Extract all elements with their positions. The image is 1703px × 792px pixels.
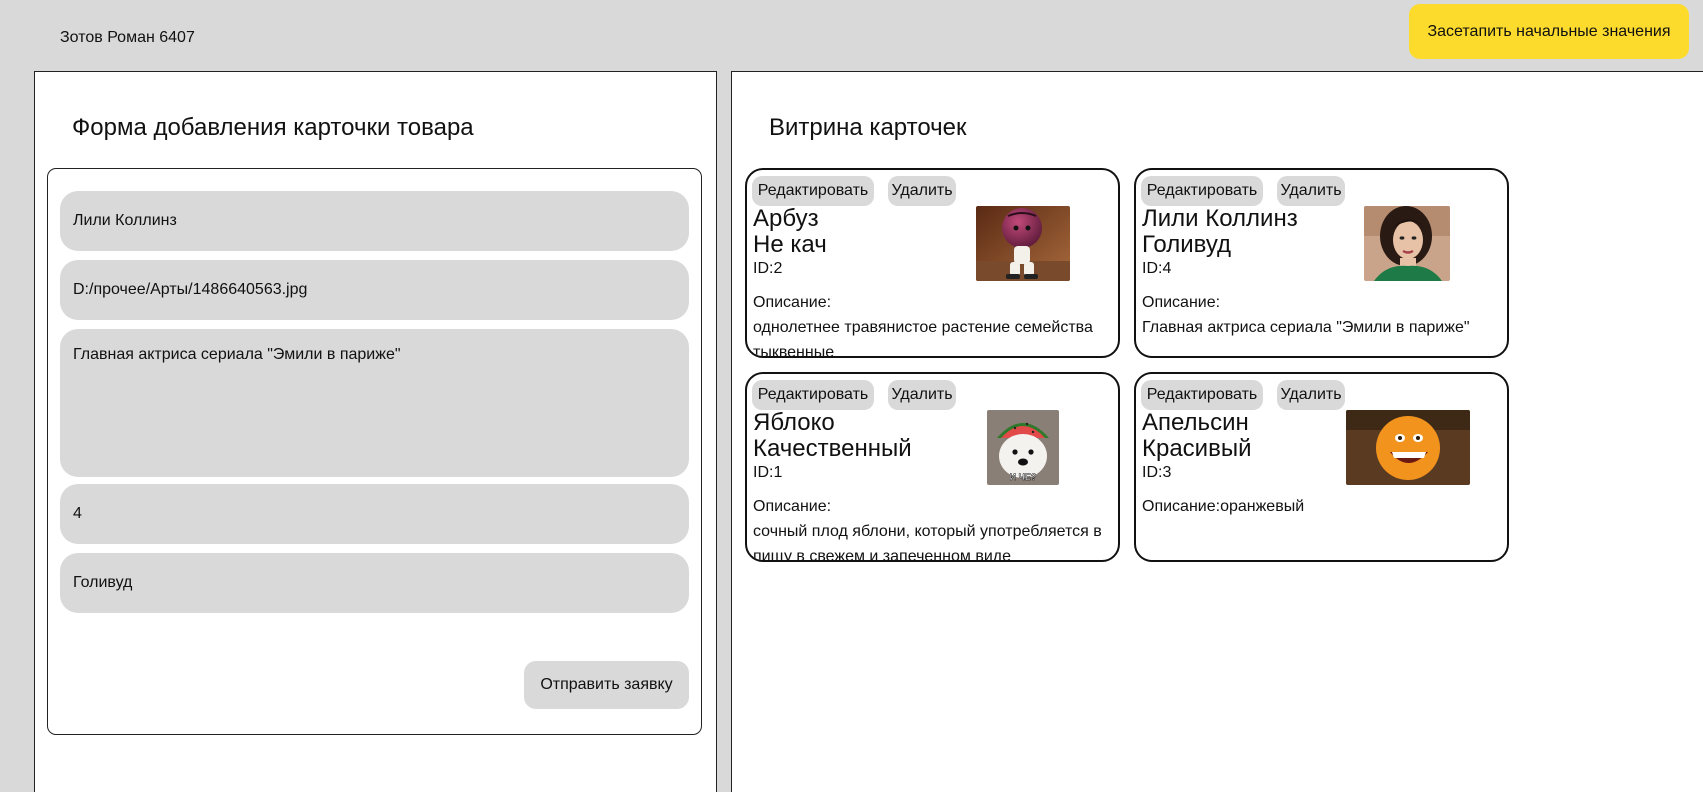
description-textarea[interactable]: Главная актриса сериала "Эмили в париже": [60, 329, 689, 477]
card-title: Лили Коллинз Голивуд: [1142, 206, 1372, 258]
edit-button[interactable]: Редактировать: [752, 176, 874, 206]
meme-caption: И ЧЕ?: [1010, 472, 1037, 482]
dog-with-watermelon-helmet-meme-image: И ЧЕ?: [987, 410, 1059, 485]
card-title-line1: Апельсин: [1142, 409, 1249, 436]
card-id: ID:3: [1142, 464, 1172, 481]
product-card: Редактировать Удалить Апельсин Красивый …: [1134, 372, 1509, 562]
card-title-line2: Качественный: [753, 435, 912, 462]
product-card: Редактировать Удалить Арбуз Не кач ID:2 …: [745, 168, 1120, 358]
subtitle-input[interactable]: Голивуд: [60, 553, 689, 613]
name-input[interactable]: Лили Коллинз: [60, 191, 689, 251]
delete-button[interactable]: Удалить: [888, 176, 956, 206]
card-id: ID:2: [753, 260, 783, 277]
card-title-line2: Красивый: [1142, 435, 1252, 462]
edit-button[interactable]: Редактировать: [1141, 176, 1263, 206]
product-card: Редактировать Удалить Лили Коллинз Голив…: [1134, 168, 1509, 358]
edit-button[interactable]: Редактировать: [752, 380, 874, 410]
edit-button[interactable]: Редактировать: [1141, 380, 1263, 410]
card-title-line1: Яблоко: [753, 409, 835, 436]
card-title: Арбуз Не кач: [753, 206, 983, 258]
reset-defaults-button[interactable]: Засетапить начальные значения: [1409, 4, 1689, 59]
card-title-line1: Арбуз: [753, 205, 819, 232]
watermelon-character-image: [976, 206, 1070, 281]
card-id: ID:1: [753, 464, 783, 481]
actress-portrait-image: [1364, 206, 1450, 281]
card-title: Яблоко Качественный: [753, 410, 983, 462]
annoying-orange-image: [1346, 410, 1470, 485]
card-title-line1: Лили Коллинз: [1142, 205, 1298, 232]
card-description: Описание:оранжевый: [1142, 498, 1305, 515]
card-description: Описание: Главная актриса сериала "Эмили…: [1142, 294, 1470, 336]
image-path-input[interactable]: D:/прочее/Арты/1486640563.jpg: [60, 260, 689, 320]
card-title-line2: Не кач: [753, 231, 827, 258]
showcase-panel: Витрина карточек Редактировать Удалить А…: [731, 71, 1703, 792]
product-card: Редактировать Удалить Яблоко Качественны…: [745, 372, 1120, 562]
card-description: Описание: однолетнее травянистое растени…: [753, 294, 1093, 358]
id-input[interactable]: 4: [60, 484, 689, 544]
add-card-form-panel: Форма добавления карточки товара Лили Ко…: [34, 71, 717, 792]
card-id: ID:4: [1142, 260, 1172, 277]
delete-button[interactable]: Удалить: [1277, 380, 1345, 410]
submit-button[interactable]: Отправить заявку: [524, 661, 689, 709]
card-title-line2: Голивуд: [1142, 231, 1232, 258]
delete-button[interactable]: Удалить: [1277, 176, 1345, 206]
card-description: Описание: сочный плод яблони, который уп…: [753, 498, 1102, 562]
delete-button[interactable]: Удалить: [888, 380, 956, 410]
author-label: Зотов Роман 6407: [60, 29, 195, 46]
card-title: Апельсин Красивый: [1142, 410, 1372, 462]
showcase-title: Витрина карточек: [769, 114, 967, 141]
add-card-form: Лили Коллинз D:/прочее/Арты/1486640563.j…: [47, 168, 702, 735]
form-title: Форма добавления карточки товара: [72, 114, 474, 141]
